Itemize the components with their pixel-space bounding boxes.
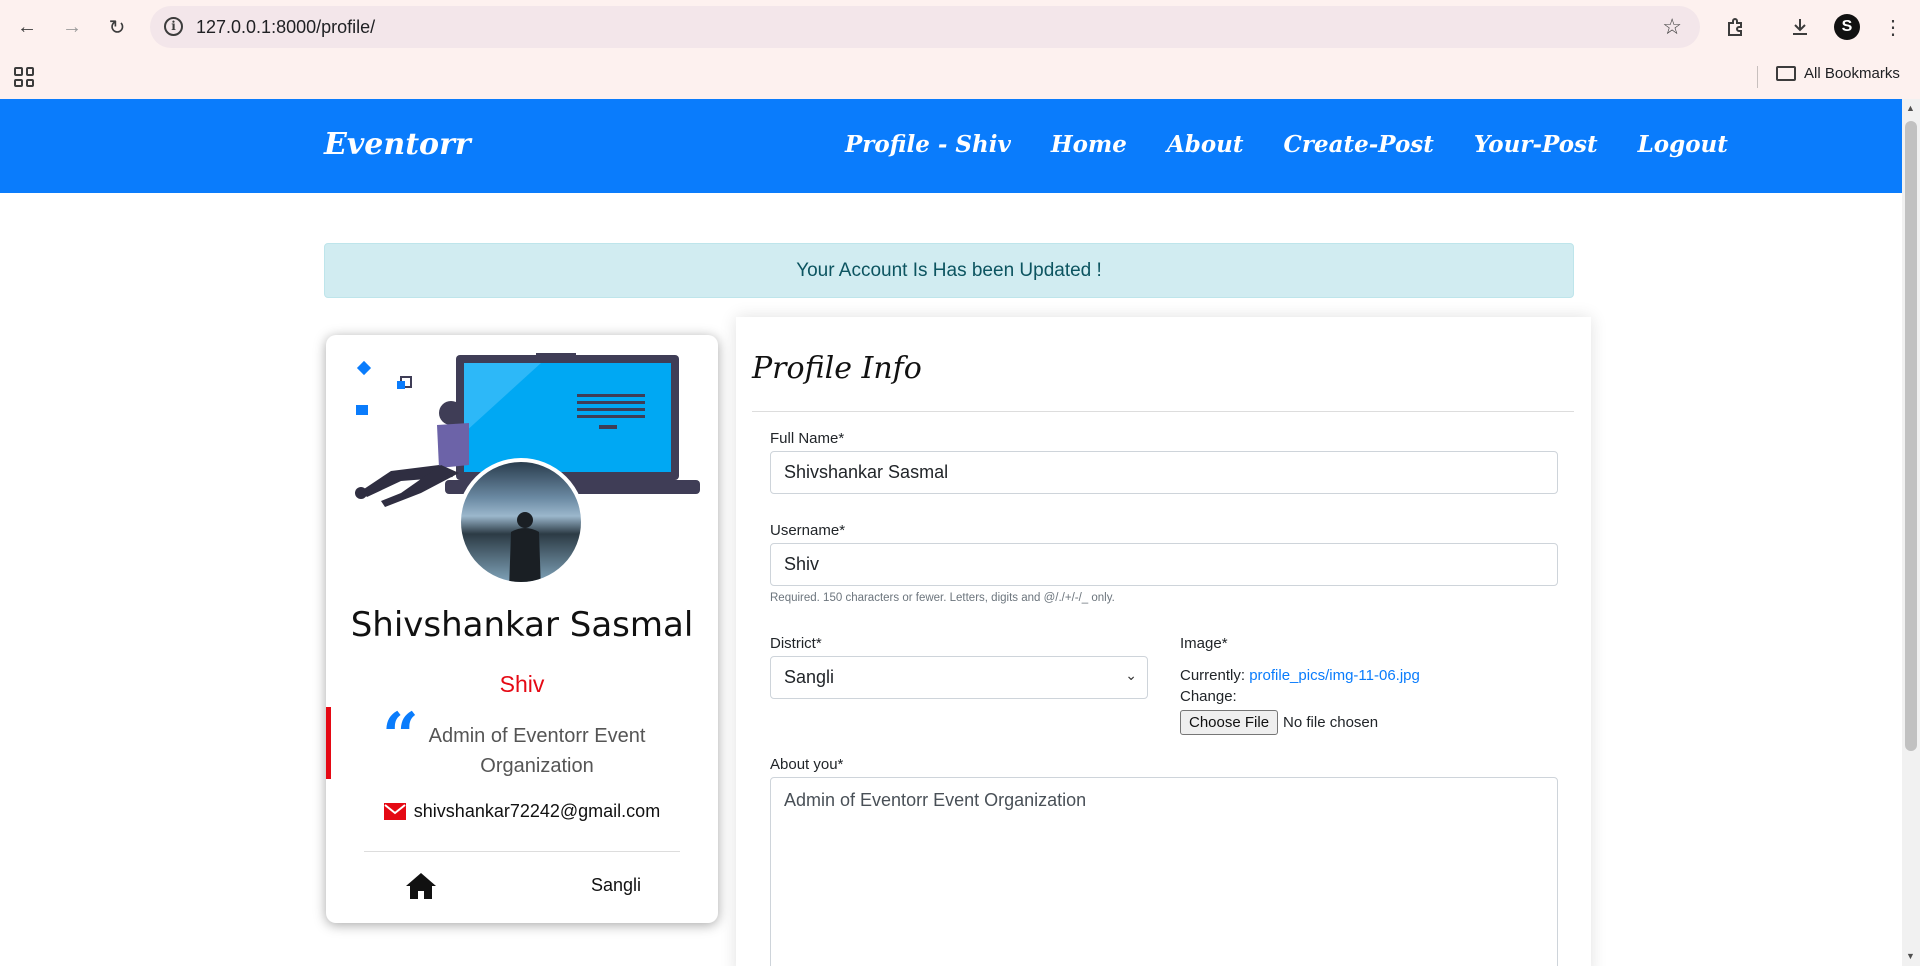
card-about-text: Admin of Eventorr Event Organization: [428, 725, 646, 777]
username-input[interactable]: Shiv: [770, 543, 1558, 586]
about-label: About you*: [770, 756, 844, 773]
profile-avatar-icon[interactable]: S: [1834, 14, 1860, 40]
person-silhouette: [509, 512, 541, 582]
scroll-down-icon[interactable]: ▼: [1906, 951, 1915, 961]
scrollbar-thumb[interactable]: [1905, 121, 1917, 751]
envelope-icon: [383, 803, 406, 820]
all-bookmarks-button[interactable]: All Bookmarks: [1776, 65, 1900, 82]
username-label: Username*: [770, 522, 846, 539]
folder-icon: [1776, 66, 1796, 81]
nav-link-create-post[interactable]: Create-Post: [1284, 131, 1434, 158]
extensions-icon[interactable]: [1722, 13, 1750, 41]
quote-accent-bar: [326, 707, 331, 779]
form-title-divider: [752, 411, 1574, 412]
address-bar[interactable]: i 127.0.0.1:8000/profile/ ☆: [150, 6, 1700, 48]
current-image-line: Currently: profile_pics/img-11-06.jpg: [1180, 667, 1420, 684]
chevron-down-icon: ⌄: [1125, 667, 1137, 683]
home-icon: [406, 873, 436, 899]
browser-toolbar: ← → ↻ i 127.0.0.1:8000/profile/ ☆ S ⋮: [0, 0, 1920, 56]
url-text[interactable]: 127.0.0.1:8000/profile/: [196, 17, 375, 38]
brand-logo[interactable]: Eventorr: [324, 127, 471, 162]
bookmark-star-icon[interactable]: ☆: [1662, 14, 1682, 40]
image-label: Image*: [1180, 635, 1228, 652]
profile-picture: [457, 458, 585, 586]
choose-file-button[interactable]: Choose File: [1180, 710, 1279, 735]
bookmarks-divider: [1757, 66, 1758, 88]
reload-icon[interactable]: ↻: [102, 12, 132, 42]
nav-links: Profile - Shiv Home About Create-Post Yo…: [845, 131, 1728, 158]
nav-link-profile[interactable]: Profile - Shiv: [845, 131, 1011, 158]
page: Eventorr Profile - Shiv Home About Creat…: [0, 99, 1902, 966]
form-title: Profile Info: [752, 351, 922, 386]
nav-link-home[interactable]: Home: [1051, 131, 1127, 158]
back-icon[interactable]: ←: [12, 12, 42, 42]
site-navbar: Eventorr Profile - Shiv Home About Creat…: [0, 99, 1902, 193]
profile-form: Profile Info Full Name* Shivshankar Sasm…: [736, 317, 1591, 966]
district-selected-value: Sangli: [784, 667, 835, 687]
full-name-label: Full Name*: [770, 430, 845, 447]
card-district: Sangli: [591, 875, 642, 895]
scroll-up-icon[interactable]: ▲: [1906, 103, 1915, 113]
download-icon[interactable]: [1786, 13, 1814, 41]
card-email-row: shivshankar72242@gmail.com: [326, 801, 718, 822]
district-select[interactable]: Sangli ⌄: [770, 656, 1148, 699]
nav-link-your-post[interactable]: Your-Post: [1474, 131, 1598, 158]
current-image-link[interactable]: profile_pics/img-11-06.jpg: [1249, 667, 1420, 684]
nav-link-logout[interactable]: Logout: [1638, 131, 1728, 158]
bookmarks-bar: All Bookmarks: [0, 56, 1920, 99]
all-bookmarks-label: All Bookmarks: [1804, 65, 1900, 82]
about-textarea[interactable]: Admin of Eventorr Event Organization: [770, 777, 1558, 966]
full-name-input[interactable]: Shivshankar Sasmal: [770, 451, 1558, 494]
card-full-name: Shivshankar Sasmal: [350, 605, 694, 645]
no-file-text: No file chosen: [1283, 714, 1379, 731]
nav-link-about[interactable]: About: [1167, 131, 1244, 158]
page-scrollbar[interactable]: ▲ ▼: [1902, 99, 1920, 966]
success-alert: Your Account Is Has been Updated !: [324, 243, 1574, 298]
district-label: District*: [770, 635, 822, 652]
menu-kebab-icon[interactable]: ⋮: [1879, 13, 1907, 41]
currently-label: Currently:: [1180, 667, 1246, 684]
file-input[interactable]: Choose File No file chosen: [1180, 710, 1378, 735]
profile-card: Shivshankar Sasmal Shiv “ Admin of Event…: [326, 335, 718, 923]
apps-grid-icon[interactable]: [14, 67, 34, 87]
card-divider: [364, 851, 680, 852]
card-email: shivshankar72242@gmail.com: [413, 801, 661, 821]
change-label: Change:: [1180, 688, 1237, 705]
username-help-text: Required. 150 characters or fewer. Lette…: [770, 592, 1115, 604]
card-username: Shiv: [499, 671, 545, 697]
site-info-icon[interactable]: i: [164, 17, 183, 36]
forward-icon[interactable]: →: [57, 12, 87, 42]
